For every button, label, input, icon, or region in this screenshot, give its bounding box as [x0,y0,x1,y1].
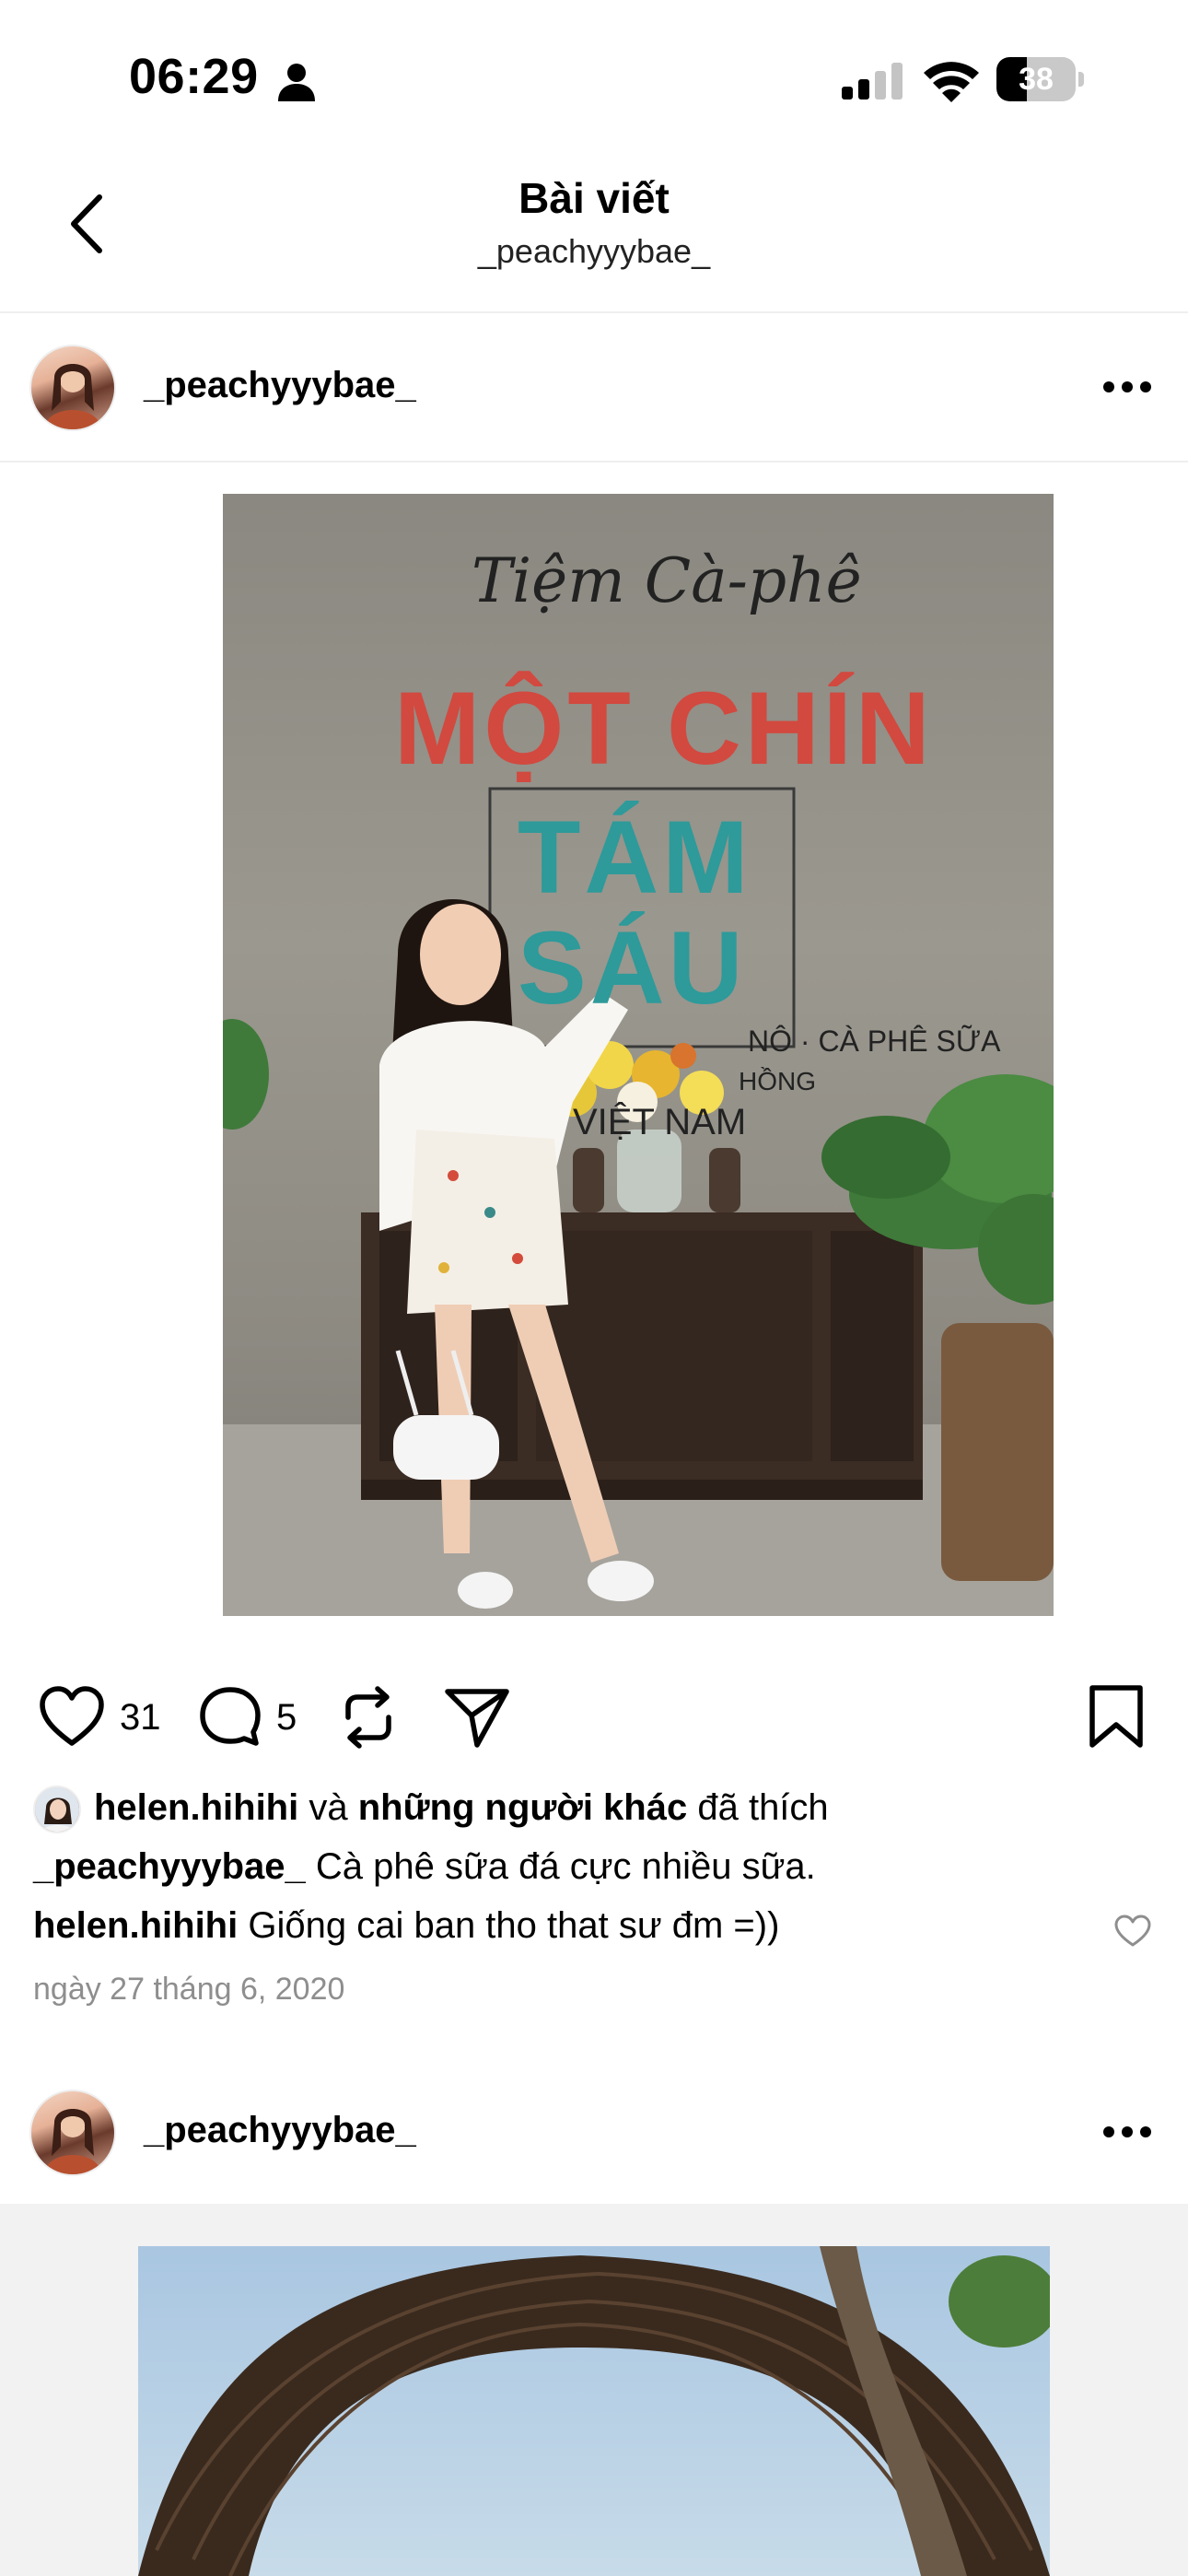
post-photo[interactable]: Tiệm Cà-phê MỘT CHÍN TÁM SÁU NÔ · CÀ PHÊ… [223,494,1054,1616]
liked-by-suffix: đã thích [697,1787,829,1828]
comments-count[interactable]: 5 [276,1697,297,1739]
cellular-signal-icon [842,63,903,100]
comment-username[interactable]: helen.hihihi [33,1905,238,1946]
sign-text-line4: SÁU [518,910,747,1025]
sign-text-line2: MỘT CHÍN [394,671,934,786]
sign-script-text: Tiệm Cà-phê [472,545,862,616]
liked-by-and: và [309,1787,348,1828]
caption-text: Cà phê sữa đá cực nhiều sữa. [315,1846,816,1887]
liked-by-others[interactable]: những người khác [358,1787,687,1828]
repost-icon[interactable] [335,1684,402,1751]
header-divider [0,311,1188,313]
post-date: ngày 27 tháng 6, 2020 [33,1972,345,2007]
caption: _peachyyybae_ Cà phê sữa đá cực nhiều sữ… [33,1846,816,1888]
wifi-icon [924,62,979,102]
like-heart-icon[interactable] [39,1684,105,1751]
comment-text: Giống cai ban tho that sư đm =)) [248,1905,780,1946]
comment: helen.hihihi Giống cai ban tho that sư đ… [33,1905,779,1947]
post2-more-options-icon[interactable] [1101,2123,1153,2141]
more-options-icon[interactable] [1101,378,1153,396]
post2-username[interactable]: _peachyyybae_ [144,2110,416,2151]
battery-percent: 38 [1019,62,1054,97]
person-icon [278,64,315,101]
liked-by-line: helen.hihihi và những người khác đã thíc… [94,1787,829,1829]
post2-photo[interactable] [138,2246,1050,2576]
comment-like-heart-icon[interactable] [1114,1914,1151,1948]
likes-count[interactable]: 31 [120,1697,161,1739]
post-username[interactable]: _peachyyybae_ [144,365,416,406]
sign-text-line6: HỒNG [739,1067,816,1095]
share-send-icon[interactable] [444,1684,510,1751]
bookmark-icon[interactable] [1083,1684,1149,1751]
page-title: Bài viết [518,174,670,222]
sign-text-line7: VIỆT NAM [573,1102,747,1142]
avatar[interactable] [29,345,116,431]
battery-indicator: 38 [996,57,1085,103]
liked-by-avatar[interactable] [33,1786,81,1833]
post-header-divider [0,461,1188,463]
post2-avatar[interactable] [29,2090,116,2176]
status-time: 06:29 [129,49,259,104]
liked-by-user[interactable]: helen.hihihi [94,1787,298,1828]
comment-icon[interactable] [197,1684,263,1751]
sign-text-line5: NÔ · CÀ PHÊ SỮA [748,1025,1001,1058]
page-subtitle: _peachyyybae_ [477,232,711,270]
caption-username[interactable]: _peachyyybae_ [33,1846,306,1887]
sign-text-line3: TÁM [518,800,752,915]
